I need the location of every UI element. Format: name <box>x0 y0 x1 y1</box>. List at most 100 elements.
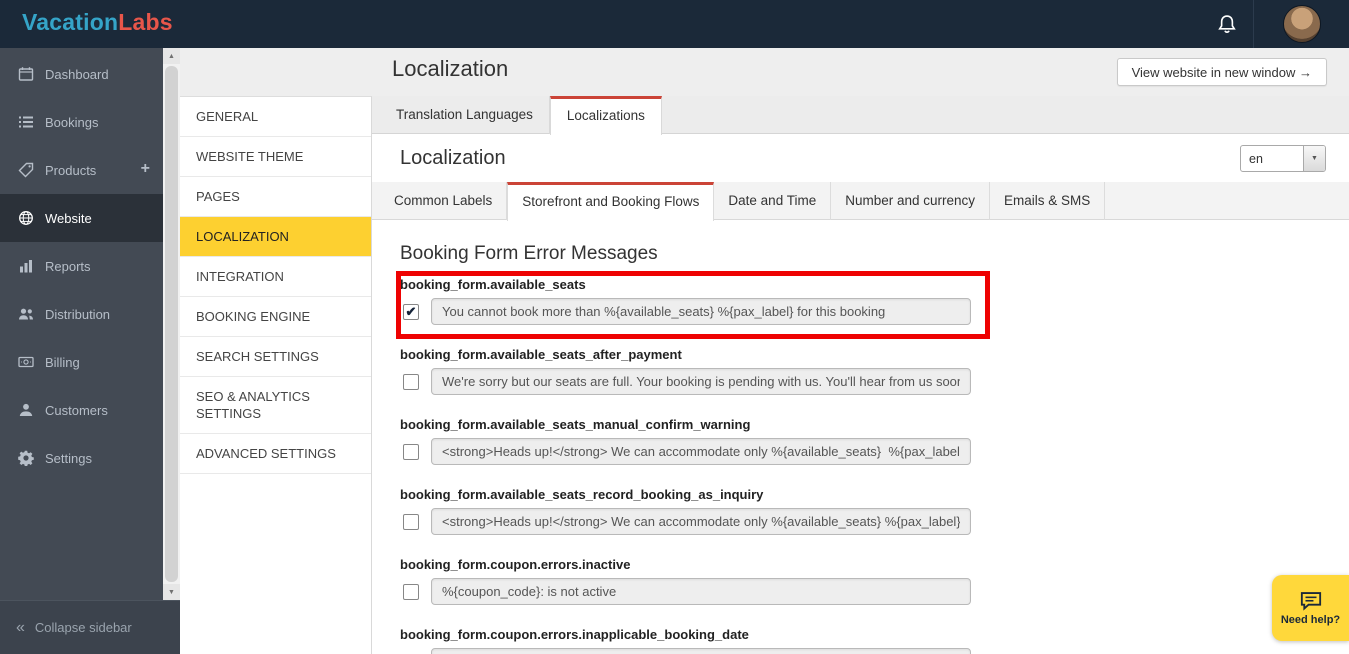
calendar-icon <box>18 66 34 82</box>
form-section-heading: Booking Form Error Messages <box>400 242 1349 265</box>
sidebar-item-label: Website <box>45 211 92 226</box>
field-value-input[interactable] <box>431 438 971 465</box>
field-checkbox[interactable] <box>403 444 419 460</box>
field-checkbox[interactable] <box>403 584 419 600</box>
language-select-value: en <box>1241 152 1303 166</box>
settings-item-advanced-settings[interactable]: ADVANCED SETTINGS <box>180 434 371 474</box>
sidebar-menu: Dashboard Bookings Products + Website Re… <box>0 50 163 482</box>
field-checkbox[interactable] <box>403 374 419 390</box>
field-row: ✔ <box>400 298 1349 325</box>
field-value-input[interactable] <box>431 648 971 654</box>
field-row <box>400 368 1349 395</box>
field-key-label: booking_form.available_seats <box>400 277 1349 292</box>
chart-icon <box>18 258 34 274</box>
user-avatar[interactable] <box>1283 5 1321 43</box>
users-icon <box>18 306 34 322</box>
sidebar-item-label: Distribution <box>45 307 110 322</box>
page-header: Localization View website in new window … <box>180 48 1349 96</box>
sidebar: Dashboard Bookings Products + Website Re… <box>0 48 180 654</box>
settings-item-booking-engine[interactable]: BOOKING ENGINE <box>180 297 371 337</box>
subtab-emails-sms[interactable]: Emails & SMS <box>990 182 1105 220</box>
add-product-button[interactable]: + <box>141 160 150 178</box>
field-checkbox[interactable]: ✔ <box>403 304 419 320</box>
page-title: Localization <box>392 56 508 82</box>
sidebar-item-customers[interactable]: Customers <box>0 386 163 434</box>
sidebar-item-billing[interactable]: Billing <box>0 338 163 386</box>
logo-labs: Labs <box>118 9 172 35</box>
subtab-date-and-time[interactable]: Date and Time <box>714 182 831 220</box>
settings-item-integration[interactable]: INTEGRATION <box>180 257 371 297</box>
settings-item-website-theme[interactable]: WEBSITE THEME <box>180 137 371 177</box>
chevron-down-icon[interactable]: ▼ <box>1303 146 1325 171</box>
sidebar-item-reports[interactable]: Reports <box>0 242 163 290</box>
scroll-down-arrow-icon[interactable]: ▼ <box>163 584 180 600</box>
collapse-sidebar-button[interactable]: « Collapse sidebar <box>0 600 180 654</box>
settings-item-localization[interactable]: LOCALIZATION <box>180 217 371 257</box>
localization-field: booking_form.available_seats ✔ <box>400 277 1349 325</box>
scrollbar-thumb[interactable] <box>165 66 178 582</box>
sidebar-item-distribution[interactable]: Distribution <box>0 290 163 338</box>
list-icon <box>18 114 34 130</box>
scroll-up-arrow-icon[interactable]: ▲ <box>163 48 180 64</box>
app-logo[interactable]: VacationLabs <box>22 9 173 36</box>
subtab-number-and-currency[interactable]: Number and currency <box>831 182 990 220</box>
subtab-storefront-and-booking-flows[interactable]: Storefront and Booking Flows <box>507 182 714 221</box>
user-menu[interactable] <box>1253 0 1349 48</box>
notifications-bell-icon[interactable] <box>1201 0 1253 48</box>
settings-item-pages[interactable]: PAGES <box>180 177 371 217</box>
sidebar-item-dashboard[interactable]: Dashboard <box>0 50 163 98</box>
tab-bar: Translation LanguagesLocalizations <box>372 96 1349 134</box>
topbar: VacationLabs <box>0 0 1349 48</box>
sidebar-item-products[interactable]: Products + <box>0 146 163 194</box>
field-row <box>400 578 1349 605</box>
field-row <box>400 438 1349 465</box>
field-key-label: booking_form.coupon.errors.inactive <box>400 557 1349 572</box>
settings-item-general[interactable]: GENERAL <box>180 97 371 137</box>
field-row <box>400 648 1349 654</box>
sidebar-item-label: Bookings <box>45 115 98 130</box>
field-key-label: booking_form.available_seats_manual_conf… <box>400 417 1349 432</box>
logo-vacation: Vacation <box>22 9 118 35</box>
tab-translation-languages[interactable]: Translation Languages <box>380 96 550 134</box>
tag-icon <box>18 162 34 178</box>
collapse-sidebar-label: Collapse sidebar <box>35 620 132 635</box>
section-title: Localization <box>400 147 506 170</box>
field-key-label: booking_form.available_seats_record_book… <box>400 487 1349 502</box>
field-value-input[interactable] <box>431 578 971 605</box>
need-help-label: Need help? <box>1281 614 1340 626</box>
sidebar-item-label: Settings <box>45 451 92 466</box>
sidebar-item-label: Billing <box>45 355 80 370</box>
sidebar-item-bookings[interactable]: Bookings <box>0 98 163 146</box>
gear-icon <box>18 450 34 466</box>
settings-item-seo-analytics-settings[interactable]: SEO & ANALYTICS SETTINGS <box>180 377 371 434</box>
sidebar-scrollbar[interactable]: ▲ ▼ <box>163 48 180 600</box>
localization-field: booking_form.available_seats_manual_conf… <box>400 417 1349 465</box>
field-key-label: booking_form.coupon.errors.inapplicable_… <box>400 627 1349 642</box>
view-website-button[interactable]: View website in new window → <box>1117 58 1327 86</box>
need-help-button[interactable]: Need help? <box>1272 575 1349 641</box>
double-chevron-left-icon: « <box>16 620 25 636</box>
field-value-input[interactable] <box>431 508 971 535</box>
billing-icon <box>18 354 34 370</box>
sidebar-item-label: Dashboard <box>45 67 109 82</box>
localization-field: booking_form.available_seats_after_payme… <box>400 347 1349 395</box>
fields-list: booking_form.available_seats ✔ booking_f… <box>400 277 1349 654</box>
settings-sidebar: GENERALWEBSITE THEMEPAGESLOCALIZATIONINT… <box>180 96 372 654</box>
sidebar-item-label: Products <box>45 163 96 178</box>
topbar-right <box>1201 0 1349 48</box>
localization-field: booking_form.coupon.errors.inapplicable_… <box>400 627 1349 654</box>
field-value-input[interactable] <box>431 298 971 325</box>
localization-field: booking_form.coupon.errors.inactive <box>400 557 1349 605</box>
settings-item-search-settings[interactable]: SEARCH SETTINGS <box>180 337 371 377</box>
section-header: Localization en ▼ <box>372 134 1349 182</box>
field-value-input[interactable] <box>431 368 971 395</box>
field-checkbox[interactable] <box>403 514 419 530</box>
subtab-common-labels[interactable]: Common Labels <box>380 182 507 220</box>
globe-icon <box>18 210 34 226</box>
language-select[interactable]: en ▼ <box>1240 145 1326 172</box>
sidebar-item-label: Customers <box>45 403 108 418</box>
sidebar-item-settings[interactable]: Settings <box>0 434 163 482</box>
localization-field: booking_form.available_seats_record_book… <box>400 487 1349 535</box>
tab-localizations[interactable]: Localizations <box>550 96 662 135</box>
sidebar-item-website[interactable]: Website <box>0 194 163 242</box>
